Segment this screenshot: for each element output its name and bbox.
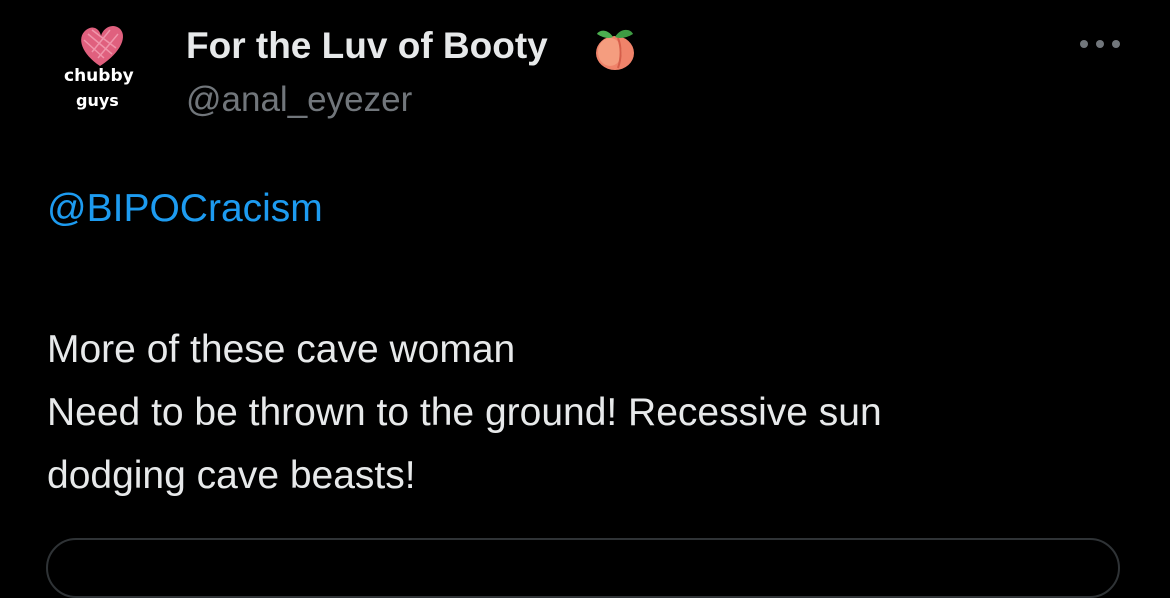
more-horizontal-icon[interactable] xyxy=(1074,30,1126,58)
mention-link[interactable]: @BIPOCracism xyxy=(47,186,323,232)
avatar-text-chubby: chubby xyxy=(64,66,134,86)
avatar[interactable]: chubby guys xyxy=(52,18,152,118)
tweet-text: More of these cave woman Need to be thro… xyxy=(47,318,1107,507)
author-handle[interactable]: @anal_eyezer xyxy=(186,78,412,122)
author-display-name[interactable]: For the Luv of Booty xyxy=(186,24,548,68)
tweet-text-line: Need to be thrown to the ground! Recessi… xyxy=(47,391,882,434)
tweet: chubby guys For the Luv of Booty @anal_e… xyxy=(0,0,1170,598)
tweet-text-line: More of these cave woman xyxy=(47,328,516,371)
peach-icon xyxy=(596,29,634,70)
embedded-card[interactable] xyxy=(46,538,1120,598)
tweet-text-line: dodging cave beasts! xyxy=(47,454,416,497)
avatar-text-guys: guys xyxy=(76,91,119,110)
